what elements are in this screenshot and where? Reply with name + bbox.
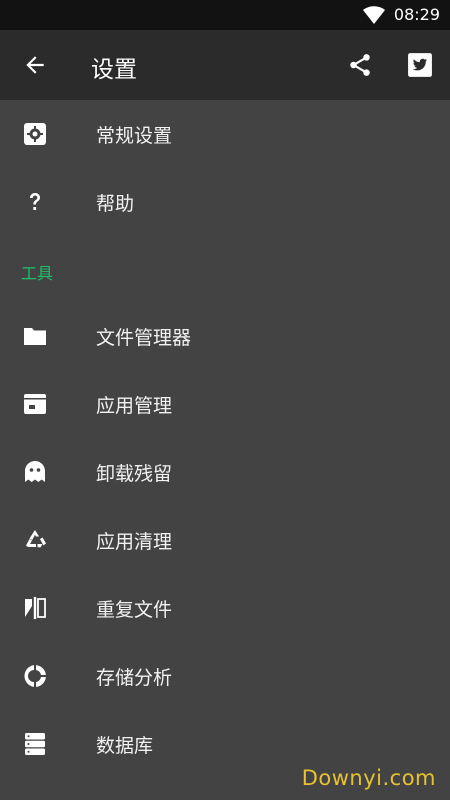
- watermark: Downyi.com: [301, 766, 436, 790]
- arrow-back-icon[interactable]: [22, 52, 48, 78]
- wifi-icon: [363, 6, 385, 24]
- menu-item-label: 文件管理器: [96, 327, 192, 349]
- settings-menu: 常规设置 帮助 工具 文件管理器 应用管理 卸载残留 应用清理 重复文件 存储分…: [0, 100, 450, 778]
- menu-item-label: 存储分析: [96, 667, 173, 689]
- menu-item-app-cleaner[interactable]: 应用清理: [0, 506, 450, 574]
- section-title: 工具: [21, 264, 54, 283]
- ghost-icon: [25, 461, 45, 482]
- recycle-icon: [26, 530, 46, 548]
- menu-item-help[interactable]: 帮助: [0, 168, 450, 236]
- menu-item-label: 数据库: [96, 735, 154, 757]
- menu-item-duplicate-files[interactable]: 重复文件: [0, 574, 450, 642]
- folder-icon: [24, 328, 46, 345]
- twitter-icon[interactable]: [407, 52, 433, 78]
- menu-item-label: 帮助: [96, 193, 135, 215]
- compare-icon: [25, 597, 46, 619]
- page-title: 设置: [91, 57, 137, 83]
- status-bar: 08:29: [0, 0, 450, 30]
- menu-item-label: 常规设置: [96, 125, 173, 147]
- app-bar: 设置: [0, 30, 450, 100]
- menu-item-file-manager[interactable]: 文件管理器: [0, 302, 450, 370]
- menu-item-label: 卸载残留: [96, 463, 173, 485]
- share-icon[interactable]: [347, 52, 373, 78]
- menu-item-label: 重复文件: [96, 599, 173, 621]
- pie-chart-icon: [24, 665, 46, 687]
- database-icon: [25, 733, 45, 755]
- section-header-tools: 工具: [0, 236, 450, 302]
- menu-item-label: 应用清理: [96, 531, 173, 553]
- menu-item-app-manager[interactable]: 应用管理: [0, 370, 450, 438]
- menu-item-uninstall-residue[interactable]: 卸载残留: [0, 438, 450, 506]
- question-mark-icon: [30, 193, 40, 210]
- menu-item-label: 应用管理: [96, 395, 173, 417]
- menu-item-general-settings[interactable]: 常规设置: [0, 100, 450, 168]
- menu-item-storage-analysis[interactable]: 存储分析: [0, 642, 450, 710]
- gear-icon: [24, 123, 46, 145]
- status-time: 08:29: [393, 5, 440, 24]
- app-box-icon: [24, 394, 46, 414]
